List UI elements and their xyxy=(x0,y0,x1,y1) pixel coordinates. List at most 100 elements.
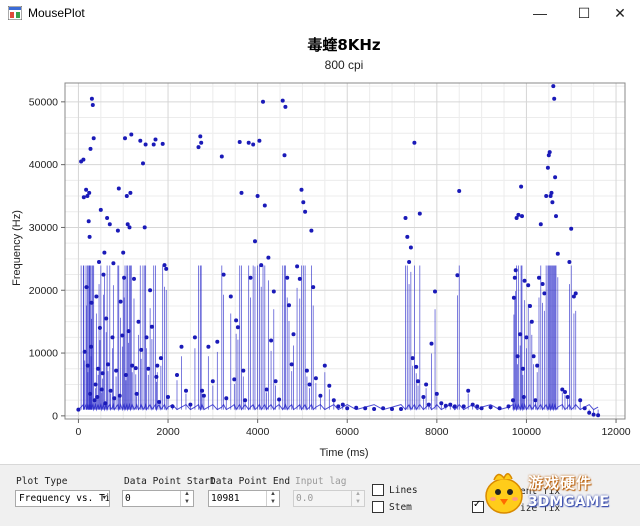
data-point xyxy=(106,362,110,367)
data-point xyxy=(142,225,147,230)
stem-checkbox[interactable]: Stem xyxy=(372,501,412,513)
stepper-up-icon[interactable]: ▲ xyxy=(267,491,279,499)
data-point xyxy=(132,276,136,281)
data-point xyxy=(549,190,554,195)
data-point xyxy=(108,388,113,393)
watermark-text: 游戏硬件 xyxy=(528,474,593,492)
data-point xyxy=(164,266,169,271)
data-point xyxy=(554,214,558,219)
data-point xyxy=(538,222,543,227)
data-point xyxy=(455,273,460,278)
data-point xyxy=(429,341,434,346)
data-point xyxy=(221,272,226,277)
data-point xyxy=(146,366,151,371)
stepper-up-icon[interactable]: ▲ xyxy=(181,491,193,499)
data-point xyxy=(188,402,193,407)
data-point xyxy=(136,319,141,324)
data-point xyxy=(271,289,276,294)
data-point xyxy=(127,225,132,230)
data-point xyxy=(84,285,89,290)
x-tick-label: 12000 xyxy=(601,426,630,438)
data-point xyxy=(408,245,413,250)
data-point xyxy=(111,261,116,266)
data-point xyxy=(479,406,484,411)
data-point xyxy=(529,319,534,324)
data-point xyxy=(124,194,129,198)
minimize-button[interactable]: — xyxy=(520,0,560,26)
lines-checkbox[interactable]: Lines xyxy=(372,484,418,496)
stem-lines xyxy=(78,265,599,415)
data-point xyxy=(175,373,179,377)
data-point xyxy=(95,395,100,399)
stepper-up-icon[interactable]: ▲ xyxy=(352,491,364,499)
stepper-down-icon[interactable]: ▼ xyxy=(181,499,193,507)
data-point xyxy=(232,377,237,382)
bird-logo-icon xyxy=(485,473,523,514)
data-point xyxy=(97,260,101,264)
lines-checkbox-box[interactable] xyxy=(372,484,384,496)
data-point xyxy=(277,397,282,402)
maximize-icon: ☐ xyxy=(577,4,591,21)
stem-checkbox-box[interactable] xyxy=(372,501,384,513)
data-point xyxy=(466,388,471,393)
data-point xyxy=(266,255,271,260)
stepper-down-icon[interactable]: ▼ xyxy=(352,499,364,507)
data-point xyxy=(184,388,188,393)
data-point xyxy=(112,396,117,401)
data-point xyxy=(414,364,419,369)
chevron-down-icon: ▾ xyxy=(101,493,107,503)
data-point xyxy=(235,325,240,330)
data-point xyxy=(470,402,475,407)
data-point-end-stepper[interactable]: ▲ ▼ xyxy=(208,490,280,507)
data-point xyxy=(506,404,511,409)
data-point xyxy=(118,299,123,304)
data-point xyxy=(515,354,520,359)
data-point xyxy=(134,391,139,396)
data-point xyxy=(295,264,300,269)
watermark-brand: 3DMGAME xyxy=(528,494,610,510)
data-point xyxy=(552,96,557,101)
data-point-start-input[interactable] xyxy=(125,492,179,505)
input-lag-stepper[interactable]: ▲ ▼ xyxy=(293,490,365,507)
data-point xyxy=(87,190,92,195)
plot-type-select[interactable]: Frequency vs. Ti ▾ xyxy=(15,490,110,507)
data-point xyxy=(215,339,220,344)
maximize-button[interactable]: ☐ xyxy=(564,0,604,26)
data-point xyxy=(363,406,368,411)
data-point xyxy=(412,140,417,145)
data-point-start-stepper[interactable]: ▲ ▼ xyxy=(122,490,194,507)
data-points xyxy=(76,84,601,418)
data-point xyxy=(567,260,572,264)
data-point xyxy=(103,401,108,406)
data-point xyxy=(101,272,106,277)
data-point xyxy=(291,332,296,337)
data-point xyxy=(524,335,529,340)
data-point-end-input[interactable] xyxy=(211,492,265,505)
data-point xyxy=(535,363,540,368)
data-point xyxy=(596,413,601,418)
data-point xyxy=(88,146,93,151)
data-point xyxy=(241,368,246,373)
data-point xyxy=(158,356,163,361)
data-point xyxy=(91,136,96,141)
data-point xyxy=(512,275,517,280)
data-point xyxy=(511,398,515,403)
input-lag-input[interactable] xyxy=(296,492,350,505)
data-point xyxy=(253,239,257,244)
data-point xyxy=(448,402,453,407)
data-point xyxy=(94,294,99,299)
data-point xyxy=(102,250,107,255)
data-point xyxy=(138,138,143,143)
data-point xyxy=(96,366,101,371)
data-point xyxy=(99,387,104,392)
stepper-down-icon[interactable]: ▼ xyxy=(267,499,279,507)
data-point xyxy=(591,412,596,417)
data-point xyxy=(151,142,156,147)
data-point xyxy=(259,263,264,268)
close-button[interactable]: ✕ xyxy=(600,0,640,26)
plot-area[interactable]: 毒蝰8KHz 800 cpi 0 2000 4000 6000 8000 10000 120… xyxy=(0,26,640,464)
data-point xyxy=(311,285,316,290)
chart: 毒蝰8KHz 800 cpi 0 2000 4000 6000 8000 10000 120… xyxy=(11,36,631,459)
data-point xyxy=(452,404,457,409)
data-point xyxy=(309,228,314,233)
